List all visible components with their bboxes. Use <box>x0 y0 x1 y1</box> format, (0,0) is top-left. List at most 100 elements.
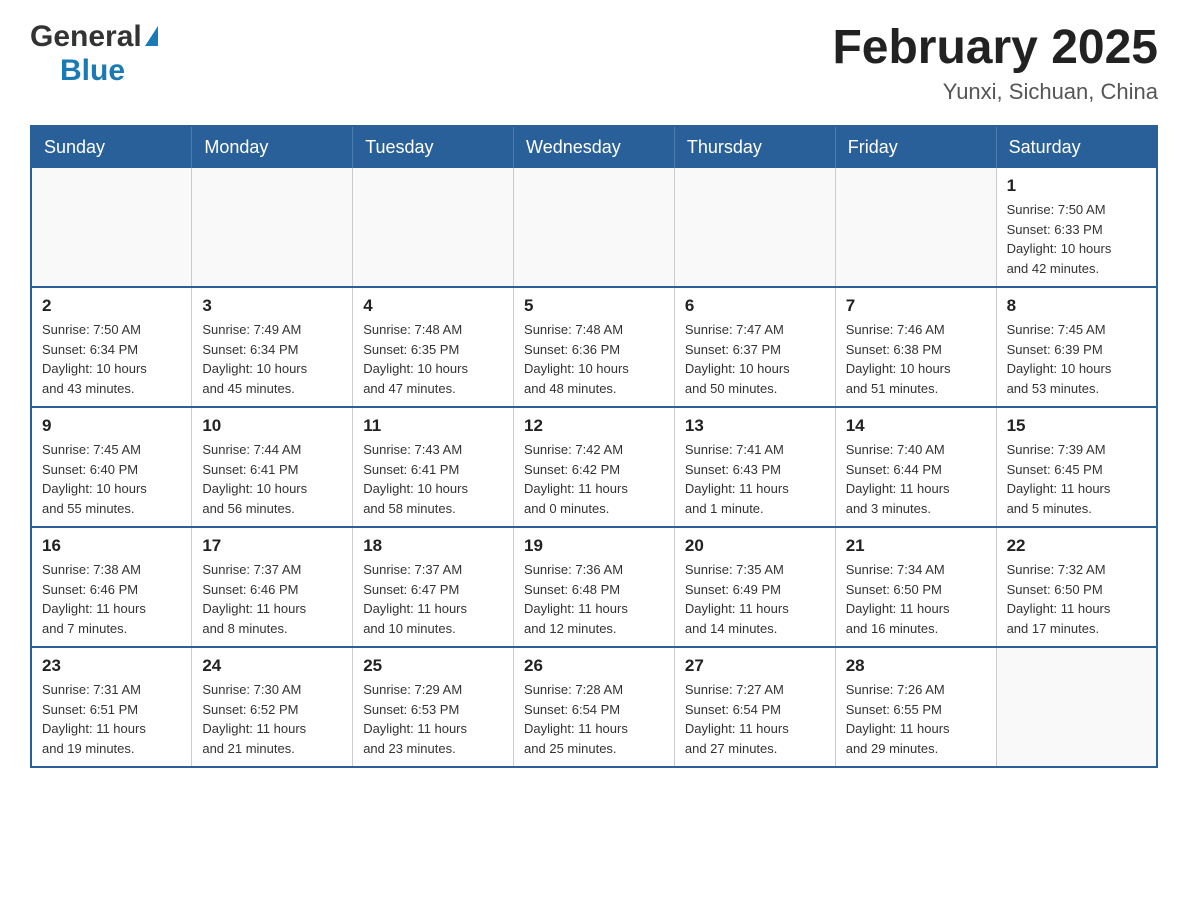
calendar-week-row: 23 Sunrise: 7:31 AM Sunset: 6:51 PM Dayli… <box>31 647 1157 767</box>
day-number: 7 <box>846 296 986 316</box>
day-number: 5 <box>524 296 664 316</box>
calendar-day-cell: 17 Sunrise: 7:37 AM Sunset: 6:46 PM Dayli… <box>192 527 353 647</box>
day-number: 16 <box>42 536 181 556</box>
day-number: 14 <box>846 416 986 436</box>
calendar-table: SundayMondayTuesdayWednesdayThursdayFrid… <box>30 125 1158 768</box>
day-info: Sunrise: 7:30 AM Sunset: 6:52 PM Dayligh… <box>202 680 342 758</box>
logo-blue-text: Blue <box>60 54 125 87</box>
day-number: 21 <box>846 536 986 556</box>
calendar-day-cell: 27 Sunrise: 7:27 AM Sunset: 6:54 PM Dayli… <box>674 647 835 767</box>
calendar-day-cell <box>514 168 675 287</box>
calendar-day-cell: 16 Sunrise: 7:38 AM Sunset: 6:46 PM Dayli… <box>31 527 192 647</box>
day-info: Sunrise: 7:34 AM Sunset: 6:50 PM Dayligh… <box>846 560 986 638</box>
calendar-day-cell: 1Sunrise: 7:50 AM Sunset: 6:33 PM Daylig… <box>996 168 1157 287</box>
title-area: February 2025 Yunxi, Sichuan, China <box>832 20 1158 105</box>
calendar-day-cell: 24 Sunrise: 7:30 AM Sunset: 6:52 PM Dayli… <box>192 647 353 767</box>
day-number: 8 <box>1007 296 1146 316</box>
day-number: 10 <box>202 416 342 436</box>
calendar-week-row: 16 Sunrise: 7:38 AM Sunset: 6:46 PM Dayli… <box>31 527 1157 647</box>
day-info: Sunrise: 7:29 AM Sunset: 6:53 PM Dayligh… <box>363 680 503 758</box>
calendar-day-cell <box>192 168 353 287</box>
calendar-day-cell: 23 Sunrise: 7:31 AM Sunset: 6:51 PM Dayli… <box>31 647 192 767</box>
calendar-header-sunday: Sunday <box>31 126 192 168</box>
day-info: Sunrise: 7:50 AM Sunset: 6:33 PM Dayligh… <box>1007 200 1146 278</box>
calendar-day-cell: 28Sunrise: 7:26 AM Sunset: 6:55 PM Dayli… <box>835 647 996 767</box>
calendar-day-cell <box>353 168 514 287</box>
logo-triangle-icon <box>145 26 158 46</box>
day-info: Sunrise: 7:27 AM Sunset: 6:54 PM Dayligh… <box>685 680 825 758</box>
calendar-day-cell: 7 Sunrise: 7:46 AM Sunset: 6:38 PM Daylig… <box>835 287 996 407</box>
day-number: 2 <box>42 296 181 316</box>
day-info: Sunrise: 7:41 AM Sunset: 6:43 PM Dayligh… <box>685 440 825 518</box>
day-info: Sunrise: 7:32 AM Sunset: 6:50 PM Dayligh… <box>1007 560 1146 638</box>
calendar-week-row: 1Sunrise: 7:50 AM Sunset: 6:33 PM Daylig… <box>31 168 1157 287</box>
day-info: Sunrise: 7:49 AM Sunset: 6:34 PM Dayligh… <box>202 320 342 398</box>
day-info: Sunrise: 7:37 AM Sunset: 6:46 PM Dayligh… <box>202 560 342 638</box>
day-number: 19 <box>524 536 664 556</box>
day-number: 25 <box>363 656 503 676</box>
day-info: Sunrise: 7:28 AM Sunset: 6:54 PM Dayligh… <box>524 680 664 758</box>
calendar-header-friday: Friday <box>835 126 996 168</box>
day-number: 6 <box>685 296 825 316</box>
day-number: 3 <box>202 296 342 316</box>
calendar-day-cell: 22 Sunrise: 7:32 AM Sunset: 6:50 PM Dayli… <box>996 527 1157 647</box>
day-info: Sunrise: 7:45 AM Sunset: 6:39 PM Dayligh… <box>1007 320 1146 398</box>
day-info: Sunrise: 7:44 AM Sunset: 6:41 PM Dayligh… <box>202 440 342 518</box>
month-title: February 2025 <box>832 20 1158 75</box>
logo: General Blue <box>30 20 158 88</box>
day-number: 27 <box>685 656 825 676</box>
calendar-header-monday: Monday <box>192 126 353 168</box>
calendar-header-row: SundayMondayTuesdayWednesdayThursdayFrid… <box>31 126 1157 168</box>
day-number: 11 <box>363 416 503 436</box>
day-number: 18 <box>363 536 503 556</box>
day-info: Sunrise: 7:35 AM Sunset: 6:49 PM Dayligh… <box>685 560 825 638</box>
day-number: 24 <box>202 656 342 676</box>
day-info: Sunrise: 7:45 AM Sunset: 6:40 PM Dayligh… <box>42 440 181 518</box>
day-info: Sunrise: 7:50 AM Sunset: 6:34 PM Dayligh… <box>42 320 181 398</box>
day-number: 12 <box>524 416 664 436</box>
calendar-day-cell <box>835 168 996 287</box>
logo-general-text: General <box>30 20 142 54</box>
calendar-day-cell: 26 Sunrise: 7:28 AM Sunset: 6:54 PM Dayli… <box>514 647 675 767</box>
day-number: 22 <box>1007 536 1146 556</box>
calendar-day-cell: 15 Sunrise: 7:39 AM Sunset: 6:45 PM Dayli… <box>996 407 1157 527</box>
day-number: 28 <box>846 656 986 676</box>
day-info: Sunrise: 7:40 AM Sunset: 6:44 PM Dayligh… <box>846 440 986 518</box>
calendar-header-tuesday: Tuesday <box>353 126 514 168</box>
calendar-day-cell: 4Sunrise: 7:48 AM Sunset: 6:35 PM Daylig… <box>353 287 514 407</box>
calendar-day-cell: 2 Sunrise: 7:50 AM Sunset: 6:34 PM Daylig… <box>31 287 192 407</box>
day-info: Sunrise: 7:46 AM Sunset: 6:38 PM Dayligh… <box>846 320 986 398</box>
calendar-day-cell: 10 Sunrise: 7:44 AM Sunset: 6:41 PM Dayli… <box>192 407 353 527</box>
calendar-day-cell <box>31 168 192 287</box>
day-info: Sunrise: 7:39 AM Sunset: 6:45 PM Dayligh… <box>1007 440 1146 518</box>
day-number: 26 <box>524 656 664 676</box>
location-title: Yunxi, Sichuan, China <box>832 79 1158 105</box>
day-number: 17 <box>202 536 342 556</box>
calendar-week-row: 9 Sunrise: 7:45 AM Sunset: 6:40 PM Daylig… <box>31 407 1157 527</box>
day-info: Sunrise: 7:47 AM Sunset: 6:37 PM Dayligh… <box>685 320 825 398</box>
calendar-day-cell: 12Sunrise: 7:42 AM Sunset: 6:42 PM Dayli… <box>514 407 675 527</box>
calendar-day-cell: 25 Sunrise: 7:29 AM Sunset: 6:53 PM Dayli… <box>353 647 514 767</box>
day-info: Sunrise: 7:48 AM Sunset: 6:36 PM Dayligh… <box>524 320 664 398</box>
day-number: 23 <box>42 656 181 676</box>
calendar-week-row: 2 Sunrise: 7:50 AM Sunset: 6:34 PM Daylig… <box>31 287 1157 407</box>
calendar-day-cell: 11 Sunrise: 7:43 AM Sunset: 6:41 PM Dayli… <box>353 407 514 527</box>
day-info: Sunrise: 7:43 AM Sunset: 6:41 PM Dayligh… <box>363 440 503 518</box>
day-info: Sunrise: 7:37 AM Sunset: 6:47 PM Dayligh… <box>363 560 503 638</box>
calendar-day-cell: 20 Sunrise: 7:35 AM Sunset: 6:49 PM Dayli… <box>674 527 835 647</box>
page-header: General Blue February 2025 Yunxi, Sichua… <box>30 20 1158 105</box>
day-number: 15 <box>1007 416 1146 436</box>
calendar-day-cell: 13Sunrise: 7:41 AM Sunset: 6:43 PM Dayli… <box>674 407 835 527</box>
day-number: 9 <box>42 416 181 436</box>
day-info: Sunrise: 7:31 AM Sunset: 6:51 PM Dayligh… <box>42 680 181 758</box>
day-number: 20 <box>685 536 825 556</box>
calendar-day-cell <box>674 168 835 287</box>
calendar-header-thursday: Thursday <box>674 126 835 168</box>
calendar-header-wednesday: Wednesday <box>514 126 675 168</box>
calendar-day-cell: 9 Sunrise: 7:45 AM Sunset: 6:40 PM Daylig… <box>31 407 192 527</box>
day-number: 4 <box>363 296 503 316</box>
day-info: Sunrise: 7:36 AM Sunset: 6:48 PM Dayligh… <box>524 560 664 638</box>
calendar-day-cell: 14 Sunrise: 7:40 AM Sunset: 6:44 PM Dayli… <box>835 407 996 527</box>
calendar-day-cell <box>996 647 1157 767</box>
day-info: Sunrise: 7:38 AM Sunset: 6:46 PM Dayligh… <box>42 560 181 638</box>
